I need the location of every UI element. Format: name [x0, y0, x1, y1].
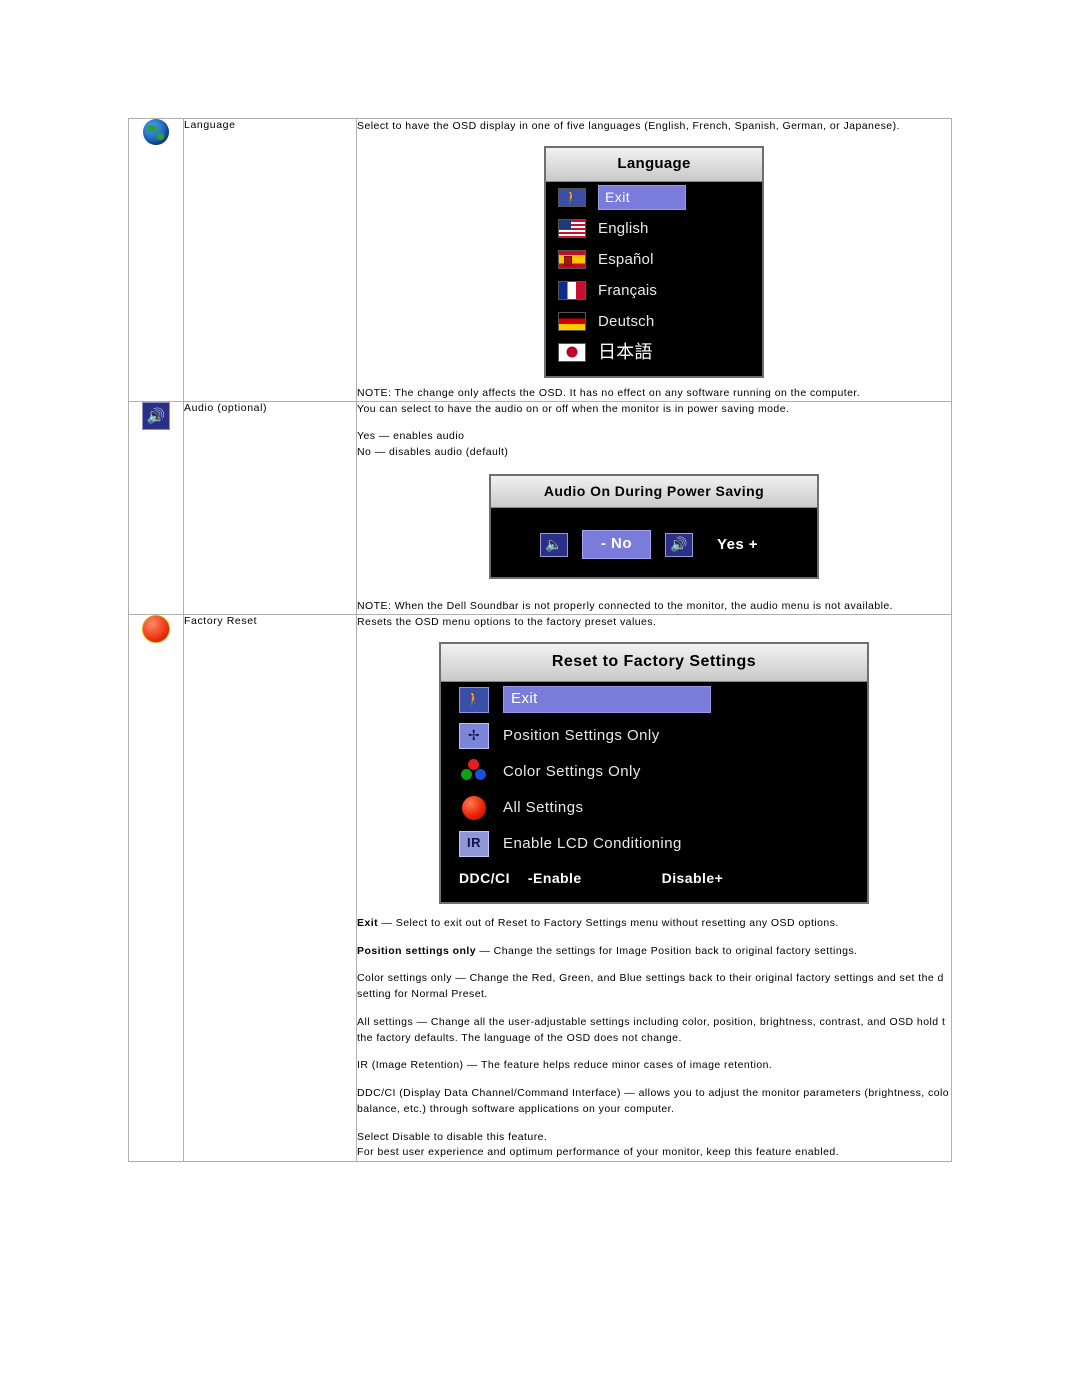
paragraph-all-settings: All settings — Change all the user-adjus… — [357, 1015, 951, 1047]
osd-reset-ddc-label: DDC/CI — [459, 869, 510, 886]
osd-language-exit-label: Exit — [598, 184, 686, 211]
paragraph-position-term: Position settings only — [357, 944, 476, 957]
osd-language-item-english[interactable]: English — [546, 213, 762, 244]
osd-language-item-japanese[interactable]: 日本語 — [546, 337, 762, 368]
table-row: 🔊 Audio (optional) You can select to hav… — [128, 401, 952, 616]
osd-reset-position-label: Position Settings Only — [503, 726, 660, 744]
reset-circle-icon — [142, 615, 170, 644]
paragraph-color-line1: Color settings only — Change the Red, Gr… — [357, 972, 944, 985]
paragraph-disable-line2: For best user experience and optimum per… — [357, 1146, 840, 1159]
osd-language-title: Language — [546, 148, 762, 182]
osd-language-item-spanish[interactable]: Español — [546, 244, 762, 275]
osd-reset-title: Reset to Factory Settings — [441, 644, 867, 682]
speaker-on-icon[interactable]: 🔊 — [664, 532, 693, 557]
flag-fr-icon — [558, 280, 586, 300]
table-row: Language Select to have the OSD display … — [128, 117, 952, 403]
ir-icon: IR — [459, 830, 489, 857]
position-arrows-icon: ✢ — [459, 722, 489, 749]
osd-audio-yes-button[interactable]: Yes + — [707, 532, 768, 558]
speaker-icon: 🔊 — [142, 402, 170, 431]
factory-reset-description-text: Resets the OSD menu options to the facto… — [357, 616, 657, 629]
row-icon-cell-language — [128, 117, 184, 403]
osd-audio-no-button[interactable]: - No — [581, 530, 651, 559]
language-note: NOTE: The change only affects the OSD. I… — [357, 386, 861, 399]
flag-us-icon — [558, 218, 586, 238]
row-name-language: Language — [183, 117, 357, 403]
paragraph-disable: Select Disable to disable this feature. … — [357, 1130, 951, 1162]
paragraph-ddcci-line2: balance, etc.) through software applicat… — [357, 1102, 675, 1115]
osd-language-item-exit[interactable]: 🚶 Exit — [546, 182, 762, 213]
exit-person-icon: 🚶 — [558, 187, 586, 207]
row-name-audio: Audio (optional) — [183, 401, 357, 616]
osd-reset-item-all[interactable]: All Settings — [441, 790, 867, 826]
paragraph-ir: IR (Image Retention) — The feature helps… — [357, 1058, 951, 1074]
speaker-muted-icon[interactable]: 🔈 — [539, 532, 568, 557]
osd-language-german-label: Deutsch — [598, 312, 655, 330]
flag-de-icon — [558, 311, 586, 331]
osd-reset-item-color[interactable]: Color Settings Only — [441, 754, 867, 790]
osd-language-item-french[interactable]: Français — [546, 275, 762, 306]
osd-reset-lcd-label: Enable LCD Conditioning — [503, 834, 682, 852]
osd-reset-item-lcd-conditioning[interactable]: IR Enable LCD Conditioning — [441, 826, 867, 862]
osd-audio-screenshot: Audio On During Power Saving 🔈 - No 🔊 Ye… — [489, 473, 819, 579]
flag-jp-icon — [558, 342, 586, 362]
row-description-factory-reset: Resets the OSD menu options to the facto… — [356, 614, 952, 1163]
osd-reset-ddc-disable[interactable]: Disable+ — [662, 868, 724, 888]
row-name-factory-reset: Factory Reset — [183, 614, 357, 1163]
paragraph-color-line2: setting for Normal Preset. — [357, 988, 488, 1001]
audio-yes-line: Yes — enables audio — [357, 430, 465, 443]
osd-language-english-label: English — [598, 219, 649, 237]
table-row: Factory Reset Resets the OSD menu option… — [128, 614, 952, 1163]
globe-icon — [143, 119, 169, 145]
audio-description-text: You can select to have the audio on or o… — [357, 403, 790, 416]
osd-language-item-german[interactable]: Deutsch — [546, 306, 762, 337]
osd-reset-color-label: Color Settings Only — [503, 762, 641, 780]
exit-person-icon: 🚶 — [459, 686, 489, 713]
red-circle-icon — [459, 795, 489, 821]
osd-language-french-label: Français — [598, 281, 658, 299]
audio-no-line: No — disables audio (default) — [357, 445, 509, 458]
paragraph-disable-line1: Select Disable to disable this feature. — [357, 1130, 548, 1143]
osd-factory-reset-screenshot: Reset to Factory Settings 🚶 Exit ✢ Posit… — [439, 642, 869, 904]
osd-audio-title: Audio On During Power Saving — [491, 475, 817, 509]
rgb-dots-icon — [459, 758, 489, 785]
row-description-audio: You can select to have the audio on or o… — [356, 401, 952, 616]
paragraph-color: Color settings only — Change the Red, Gr… — [357, 971, 951, 1003]
paragraph-exit-text: — Select to exit out of Reset to Factory… — [378, 916, 839, 929]
paragraph-all-line2: the factory defaults. The language of th… — [357, 1031, 682, 1044]
row-icon-cell-factory-reset — [128, 614, 184, 1163]
language-description-text: Select to have the OSD display in one of… — [357, 120, 900, 132]
osd-language-screenshot: Language 🚶 Exit English Español Français… — [544, 146, 764, 378]
osd-reset-ddc-enable[interactable]: -Enable — [528, 868, 582, 888]
osd-reset-item-exit[interactable]: 🚶 Exit — [441, 682, 867, 718]
osd-options-table: Language Select to have the OSD display … — [128, 117, 952, 1163]
paragraph-ddcci: DDC/CI (Display Data Channel/Command Int… — [357, 1086, 951, 1118]
osd-reset-ddc-row: DDC/CI -Enable Disable+ — [441, 868, 867, 888]
osd-reset-item-position[interactable]: ✢ Position Settings Only — [441, 718, 867, 754]
paragraph-exit: Exit — Select to exit out of Reset to Fa… — [357, 916, 951, 932]
osd-reset-all-label: All Settings — [503, 798, 584, 816]
osd-reset-exit-label: Exit — [503, 686, 711, 713]
paragraph-position-text: — Change the settings for Image Position… — [476, 944, 858, 957]
row-icon-cell-audio: 🔊 — [128, 401, 184, 616]
paragraph-ir-text: IR (Image Retention) — The feature helps… — [357, 1059, 773, 1072]
paragraph-position: Position settings only — Change the sett… — [357, 944, 951, 960]
osd-audio-controls: 🔈 - No 🔊 Yes + — [491, 530, 817, 559]
osd-language-japanese-label: 日本語 — [598, 342, 653, 363]
document-page: Language Select to have the OSD display … — [0, 0, 1080, 1397]
paragraph-exit-term: Exit — [357, 916, 379, 929]
audio-note: NOTE: When the Dell Soundbar is not prop… — [357, 599, 894, 612]
paragraph-ddcci-line1: DDC/CI (Display Data Channel/Command Int… — [357, 1087, 950, 1100]
row-description-language: Select to have the OSD display in one of… — [356, 117, 952, 403]
flag-es-icon — [558, 249, 586, 269]
paragraph-all-line1: All settings — Change all the user-adjus… — [357, 1015, 946, 1028]
osd-language-spanish-label: Español — [598, 250, 654, 268]
